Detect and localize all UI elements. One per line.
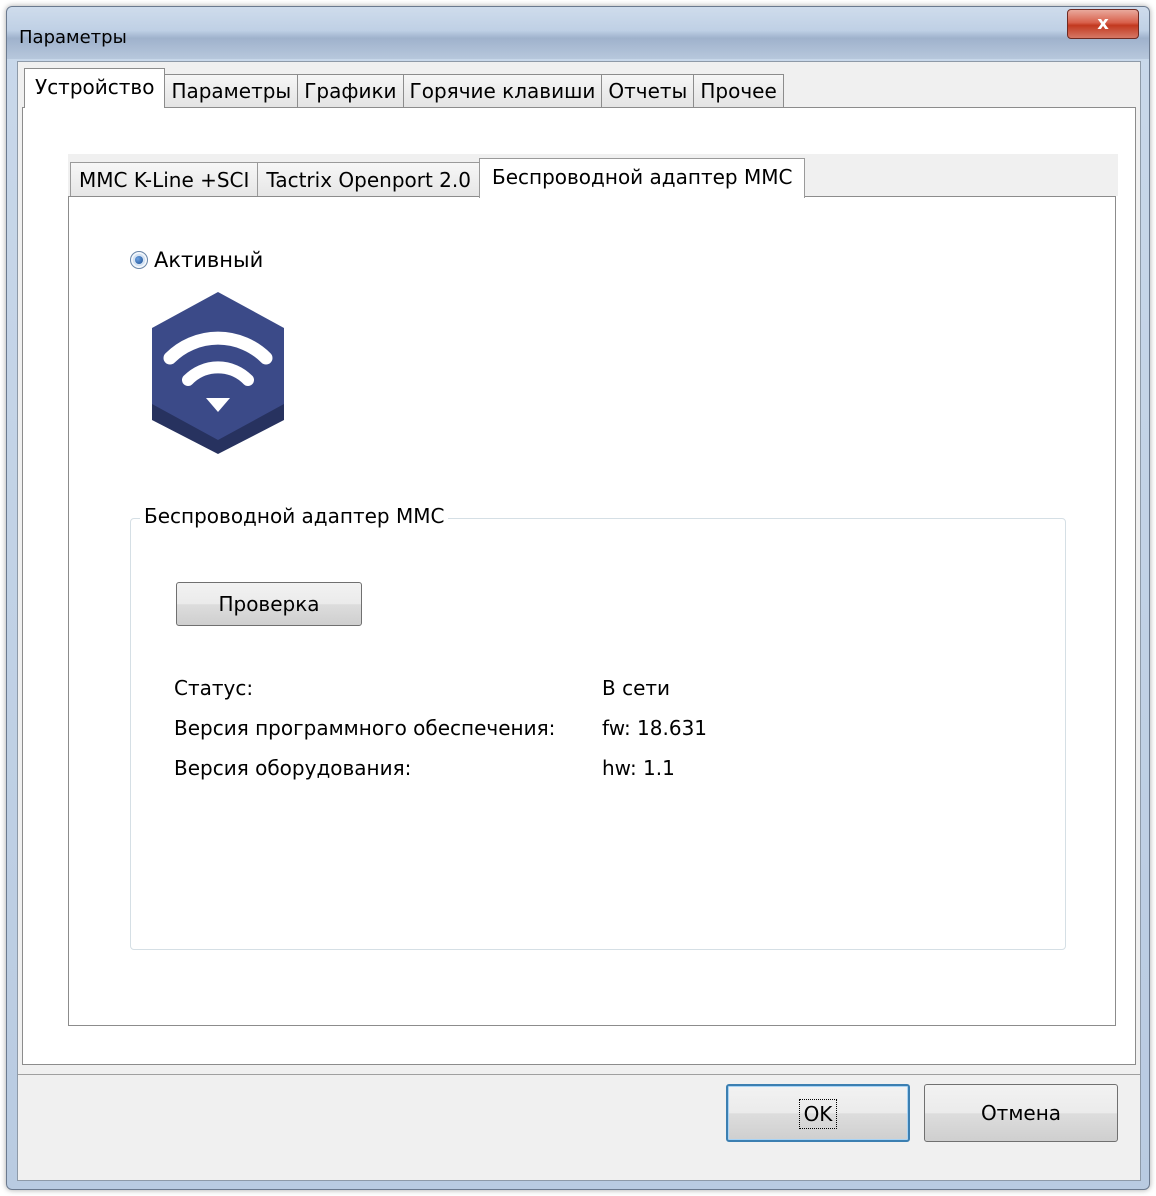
ok-button[interactable]: OK xyxy=(726,1084,910,1142)
tab-wireless-adapter[interactable]: Беспроводной адаптер MMC xyxy=(478,158,806,198)
firmware-row: Версия программного обеспечения: fw: 18.… xyxy=(174,716,707,740)
window-title: Параметры xyxy=(19,27,127,48)
close-button[interactable]: x xyxy=(1067,9,1139,39)
status-label: Статус: xyxy=(174,676,254,700)
hardware-value: hw: 1.1 xyxy=(602,756,675,780)
check-button[interactable]: Проверка xyxy=(176,582,362,626)
settings-window: Параметры x Устройство Параметры Графики… xyxy=(6,6,1150,1190)
status-value: В сети xyxy=(602,676,671,700)
adapter-tabs: MMC K-Line +SCI Tactrix Openport 2.0 Бес… xyxy=(70,158,806,198)
radio-button-checked[interactable] xyxy=(130,251,148,269)
cancel-button[interactable]: Отмена xyxy=(924,1084,1118,1142)
active-radio[interactable]: Активный xyxy=(130,248,263,272)
hardware-label: Версия оборудования: xyxy=(174,756,412,780)
tab-device[interactable]: Устройство xyxy=(24,68,166,108)
firmware-value: fw: 18.631 xyxy=(602,716,708,740)
title-bar[interactable]: Параметры x xyxy=(7,7,1149,59)
group-title: Беспроводной адаптер MMC xyxy=(140,504,449,528)
main-tabs: Устройство Параметры Графики Горячие кла… xyxy=(24,68,784,108)
active-radio-label: Активный xyxy=(154,248,264,272)
tab-reports[interactable]: Отчеты xyxy=(601,74,695,108)
wifi-hexagon-icon xyxy=(152,292,284,454)
tab-parameters[interactable]: Параметры xyxy=(164,74,299,108)
ok-button-label: OK xyxy=(798,1099,838,1129)
tab-mmc-kline[interactable]: MMC K-Line +SCI xyxy=(70,162,259,198)
hardware-row: Версия оборудования: hw: 1.1 xyxy=(174,756,675,780)
dialog-client-area: Устройство Параметры Графики Горячие кла… xyxy=(17,61,1141,1181)
tab-graphs[interactable]: Графики xyxy=(297,74,404,108)
tab-other[interactable]: Прочее xyxy=(693,74,784,108)
tab-hotkeys[interactable]: Горячие клавиши xyxy=(402,74,603,108)
firmware-label: Версия программного обеспечения: xyxy=(174,716,556,740)
tab-tactrix[interactable]: Tactrix Openport 2.0 xyxy=(257,162,480,198)
status-row: Статус: В сети xyxy=(174,676,670,700)
